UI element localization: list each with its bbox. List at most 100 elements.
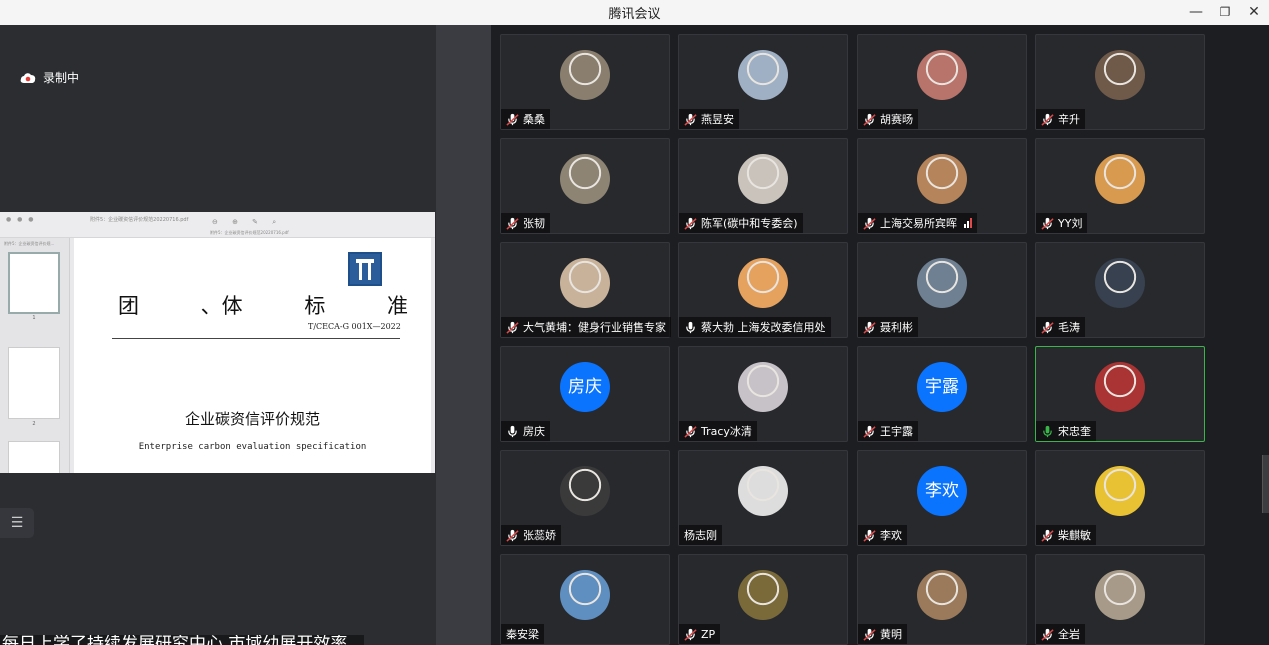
avatar-photo-icon xyxy=(1095,362,1145,412)
avatar: 房庆 xyxy=(560,362,610,412)
participant-name-bar: 全岩 xyxy=(1036,624,1085,644)
avatar-photo-icon xyxy=(1095,258,1145,308)
participant-name: 大气黄埔：健身行业销售专家 xyxy=(523,321,666,334)
list-icon: ☰ xyxy=(10,515,24,531)
participant-tile[interactable]: 毛涛 xyxy=(1035,242,1205,338)
gallery-scroll-strip[interactable] xyxy=(436,25,491,645)
participant-name: 毛涛 xyxy=(1058,321,1080,334)
participant-name: 张蕊娇 xyxy=(523,529,556,542)
participant-tile[interactable]: 杨志刚 xyxy=(678,450,848,546)
mic-muted-icon xyxy=(863,321,876,334)
participant-name: 桑桑 xyxy=(523,113,545,126)
participant-name-bar: 王宇露 xyxy=(858,421,918,441)
participant-tile[interactable]: YY刘 xyxy=(1035,138,1205,234)
avatar-photo-icon xyxy=(1095,466,1145,516)
mic-speaking-icon xyxy=(1043,425,1052,437)
document-heading: 团 、体 标 准 xyxy=(118,290,408,320)
restore-button[interactable]: ❐ xyxy=(1214,2,1236,22)
page-thumbnail[interactable]: 1 xyxy=(8,252,60,321)
avatar-photo-icon xyxy=(738,466,788,516)
avatar-photo-icon xyxy=(917,154,967,204)
avatar-photo-icon xyxy=(917,570,967,620)
heading-char: 标 xyxy=(304,294,326,318)
mic-muted-icon xyxy=(684,425,697,438)
participant-tile[interactable]: 宋忠奎 xyxy=(1035,346,1205,442)
caption-text: 每日上学了持续发展研究中心 市域幼展开效率 xyxy=(2,635,348,645)
divider xyxy=(112,338,400,339)
participant-tile[interactable]: ZP xyxy=(678,554,848,645)
window-dots-icon: ● ● ● xyxy=(6,216,36,223)
participant-name-bar: 宋忠奎 xyxy=(1036,421,1096,441)
participant-name: Tracy冰清 xyxy=(701,425,752,438)
participant-name-bar: 燕昱安 xyxy=(679,109,739,129)
thumbnail-page-number: 1 xyxy=(32,315,36,321)
document-filename: 附件5：企业碳资信评价规范20220716.pdf xyxy=(90,217,189,223)
participant-name: 全岩 xyxy=(1058,628,1080,641)
mic-muted-icon xyxy=(1041,217,1054,230)
mic-muted-icon xyxy=(506,529,519,542)
participant-name: 聂利彬 xyxy=(880,321,913,334)
thumbnail-page-number: 2 xyxy=(32,421,36,427)
mic-muted-icon xyxy=(1041,113,1054,126)
page-thumbnail[interactable]: 3 xyxy=(8,441,60,473)
participant-tile[interactable]: 全岩 xyxy=(1035,554,1205,645)
avatar-photo-icon xyxy=(560,154,610,204)
participant-tile[interactable]: 胡赛旸 xyxy=(857,34,1027,130)
participant-tile[interactable]: 蔡大勃 上海发改委信用处 xyxy=(678,242,848,338)
participant-tile[interactable]: 黄明 xyxy=(857,554,1027,645)
participant-name-bar: 大气黄埔：健身行业销售专家 xyxy=(501,317,671,337)
participant-tile[interactable]: 柴麒敏 xyxy=(1035,450,1205,546)
participant-name-bar: 秦安梁 xyxy=(501,624,544,644)
participant-tile[interactable]: Tracy冰清 xyxy=(678,346,848,442)
avatar-photo-icon xyxy=(1095,570,1145,620)
avatar-photo-icon xyxy=(1095,50,1145,100)
participant-name: 李欢 xyxy=(880,529,902,542)
participant-tile[interactable]: 燕昱安 xyxy=(678,34,848,130)
mic-muted-icon xyxy=(506,217,519,230)
side-panel-handle[interactable] xyxy=(1262,455,1269,513)
mic-muted-icon xyxy=(863,628,876,641)
participant-name: 黄明 xyxy=(880,628,902,641)
mic-muted-icon xyxy=(506,113,519,126)
window-title: 腾讯会议 xyxy=(608,7,661,22)
participant-tile[interactable]: 张蕊娇 xyxy=(500,450,670,546)
mic-icon xyxy=(686,321,695,333)
mic-muted-icon xyxy=(684,628,697,641)
participant-tile[interactable]: 大气黄埔：健身行业销售专家 xyxy=(500,242,671,338)
heading-char: 团 xyxy=(118,294,139,318)
participant-tile[interactable]: 宇露 王宇露 xyxy=(857,346,1027,442)
avatar-photo-icon xyxy=(738,362,788,412)
participant-name: 张韧 xyxy=(523,217,545,230)
participant-tile[interactable]: 张韧 xyxy=(500,138,670,234)
participant-name-bar: 辛升 xyxy=(1036,109,1085,129)
list-menu-button[interactable]: ☰ xyxy=(0,508,34,538)
participant-name-bar: Tracy冰清 xyxy=(679,421,757,441)
heading-char: 准 xyxy=(386,294,408,318)
avatar-photo-icon xyxy=(1095,154,1145,204)
participant-tile[interactable]: 房庆 房庆 xyxy=(500,346,670,442)
participant-tile[interactable]: 秦安梁 xyxy=(500,554,670,645)
participant-name: 蔡大勃 上海发改委信用处 xyxy=(701,321,826,334)
title-bar: 腾讯会议 — ❐ ✕ xyxy=(0,0,1269,25)
mic-muted-icon xyxy=(863,425,876,438)
minimize-button[interactable]: — xyxy=(1185,2,1207,22)
participant-name: 胡赛旸 xyxy=(880,113,913,126)
recording-indicator[interactable]: 录制中 xyxy=(20,69,79,86)
participant-name-bar: 张韧 xyxy=(501,213,550,233)
mic-muted-icon xyxy=(1041,321,1054,334)
close-button[interactable]: ✕ xyxy=(1243,2,1265,22)
document-page: 团 、体 标 准 T/CECA-G 001X—2022 企业碳资信评价规范 En… xyxy=(74,238,431,473)
participant-name: 杨志刚 xyxy=(684,529,717,542)
avatar-photo-icon xyxy=(560,466,610,516)
participant-tile[interactable]: 李欢 李欢 xyxy=(857,450,1027,546)
page-thumbnail[interactable]: 2 xyxy=(8,347,60,427)
standard-logo-icon xyxy=(348,252,382,286)
mic-muted-icon xyxy=(506,321,519,334)
participant-tile[interactable]: 桑桑 xyxy=(500,34,670,130)
signal-strength-icon xyxy=(964,218,972,228)
participant-tile[interactable]: 上海交易所宾晖 xyxy=(857,138,1027,234)
participant-tile[interactable]: 辛升 xyxy=(1035,34,1205,130)
participant-name-bar: ZP xyxy=(679,624,721,644)
participant-tile[interactable]: 聂利彬 xyxy=(857,242,1027,338)
participant-tile[interactable]: 陈军(碳中和专委会) xyxy=(678,138,848,234)
